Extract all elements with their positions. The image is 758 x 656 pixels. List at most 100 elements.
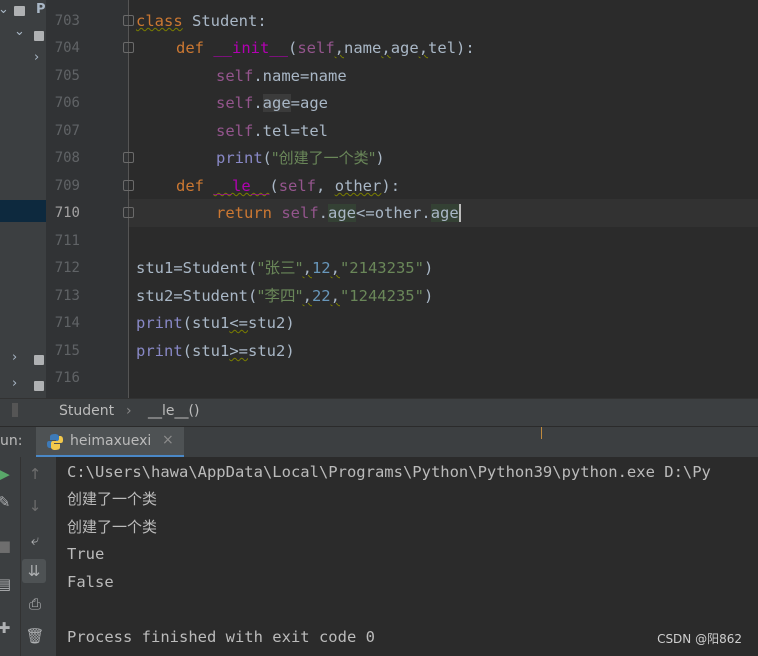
paren: (	[269, 177, 279, 195]
stop-icon[interactable]: ■	[0, 537, 16, 555]
age-attr: age	[262, 94, 291, 112]
fold-end-marker-icon[interactable]	[123, 152, 134, 163]
gutter-separator	[128, 0, 129, 398]
fold-marker-icon[interactable]	[123, 42, 134, 53]
keyword-def: def	[176, 177, 204, 195]
trash-icon[interactable]: 🗑	[23, 627, 47, 645]
breadcrumb-class[interactable]: Student	[59, 403, 114, 419]
code-line-709[interactable]: def __le__(self, other):	[176, 177, 400, 195]
pin-icon[interactable]: ✚	[0, 619, 16, 637]
stu1-assign: stu1=Student(	[136, 259, 258, 277]
folder-icon	[34, 355, 44, 365]
assign-tel: .tel=tel	[253, 122, 328, 140]
comma: ,	[316, 177, 335, 195]
restore-layout-icon[interactable]: ▤	[0, 575, 16, 593]
class-name: Student:	[182, 12, 267, 30]
operator-le: <=	[229, 314, 249, 332]
chevron-down-icon[interactable]: ⌄	[14, 24, 25, 39]
self-ref: self	[216, 94, 254, 112]
builtin-print: print	[136, 314, 183, 332]
breadcrumb: Student › __le__()	[0, 398, 758, 426]
fold-marker-icon[interactable]	[123, 180, 134, 191]
rerun-icon[interactable]: ▶	[0, 465, 16, 483]
self-param: self	[297, 39, 335, 57]
project-panel: ⌄ P ⌄ › › ›	[0, 0, 46, 398]
chevron-right-icon[interactable]: ›	[12, 350, 17, 365]
chevron-right-icon[interactable]: ›	[34, 50, 39, 65]
line-number: 703	[54, 13, 80, 29]
keyword-def: def	[176, 39, 204, 57]
console-line: 创建了一个类	[67, 518, 158, 536]
other-ref: other.	[374, 204, 431, 222]
assign-age: =age	[290, 94, 328, 112]
paren-close: )	[423, 287, 434, 305]
code-line-708[interactable]: print("创建了一个类")	[216, 149, 385, 167]
line-number: 707	[54, 123, 80, 139]
code-line-703[interactable]: class Student:	[136, 12, 267, 30]
chevron-right-icon[interactable]: ›	[12, 376, 17, 391]
print-icon[interactable]: ⎙	[23, 595, 47, 613]
self-ref: self	[281, 204, 319, 222]
string-literal: "1244235"	[339, 287, 424, 305]
param-age: age	[390, 39, 419, 57]
line-number: 705	[54, 68, 80, 84]
line-number: 711	[54, 233, 80, 249]
line-number: 714	[54, 315, 80, 331]
arrow-up-icon[interactable]: ↑	[23, 465, 47, 483]
run-tab-label: heimaxuexi	[70, 433, 152, 449]
divider	[541, 427, 542, 439]
console-line: True	[67, 545, 105, 563]
code-line-715[interactable]: print(stu1>=stu2)	[136, 342, 295, 360]
dot: .	[253, 94, 263, 112]
scroll-to-end-icon[interactable]: ⇊	[22, 559, 46, 583]
paren-close: ):	[381, 177, 401, 195]
code-line-705[interactable]: self.name=name	[216, 67, 347, 85]
soft-wrap-icon[interactable]: ⤶	[23, 531, 47, 549]
age-attr-highlight: age	[328, 204, 357, 222]
self-param: self	[278, 177, 317, 195]
comma: ,	[330, 287, 340, 305]
folder-icon	[34, 381, 44, 391]
param-tel: tel	[428, 39, 457, 57]
console-line: 创建了一个类	[67, 490, 158, 508]
magic-method-le: __le__	[213, 177, 270, 195]
code-line-706[interactable]: self.age=age	[216, 94, 328, 112]
string-literal: "张三"	[257, 259, 303, 277]
folder-icon	[14, 6, 25, 16]
code-line-704[interactable]: def __init__(self,name,age,tel):	[176, 39, 475, 57]
code-line-710[interactable]: return self.age<=other.age	[216, 204, 461, 222]
watermark: CSDN @阳862	[657, 632, 742, 646]
breadcrumb-separator-icon: ›	[126, 403, 132, 419]
run-tab-heimaxuexi[interactable]: heimaxuexi ×	[36, 427, 184, 458]
line-number: 706	[54, 95, 80, 111]
line-number: 715	[54, 343, 80, 359]
comma: ,	[334, 39, 345, 57]
line-number: 704	[54, 40, 80, 56]
code-line-707[interactable]: self.tel=tel	[216, 122, 328, 140]
console-output[interactable]	[56, 457, 758, 656]
comma: ,	[302, 259, 312, 277]
fold-end-marker-icon[interactable]	[123, 207, 134, 218]
paren-close: ):	[456, 39, 475, 57]
line-number: 712	[54, 260, 80, 276]
project-tree-selected-row[interactable]	[0, 200, 46, 222]
number-literal: 22	[311, 287, 331, 305]
run-panel-header: un: heimaxuexi ×	[0, 426, 758, 458]
run-panel-label: un:	[0, 433, 23, 449]
console-line-command: C:\Users\hawa\AppData\Local\Programs\Pyt…	[67, 463, 711, 481]
builtin-print: print	[216, 149, 263, 167]
arrow-down-icon[interactable]: ↓	[23, 497, 47, 515]
paren-close: )	[423, 259, 434, 277]
line-number: 716	[54, 370, 80, 386]
fold-marker-icon[interactable]	[123, 15, 134, 26]
code-line-713[interactable]: stu2=Student("李四",22,"1244235")	[136, 287, 433, 305]
close-icon[interactable]: ×	[162, 432, 174, 448]
wrench-icon[interactable]: ✎	[0, 493, 16, 511]
builtin-print: print	[136, 342, 183, 360]
breadcrumb-method[interactable]: __le__()	[148, 403, 199, 419]
code-line-714[interactable]: print(stu1<=stu2)	[136, 314, 295, 332]
code-line-712[interactable]: stu1=Student("张三",12,"2143235")	[136, 259, 433, 277]
project-root-label[interactable]: P	[36, 2, 46, 17]
chevron-down-icon[interactable]: ⌄	[0, 2, 9, 17]
string-literal: "李四"	[257, 287, 303, 305]
